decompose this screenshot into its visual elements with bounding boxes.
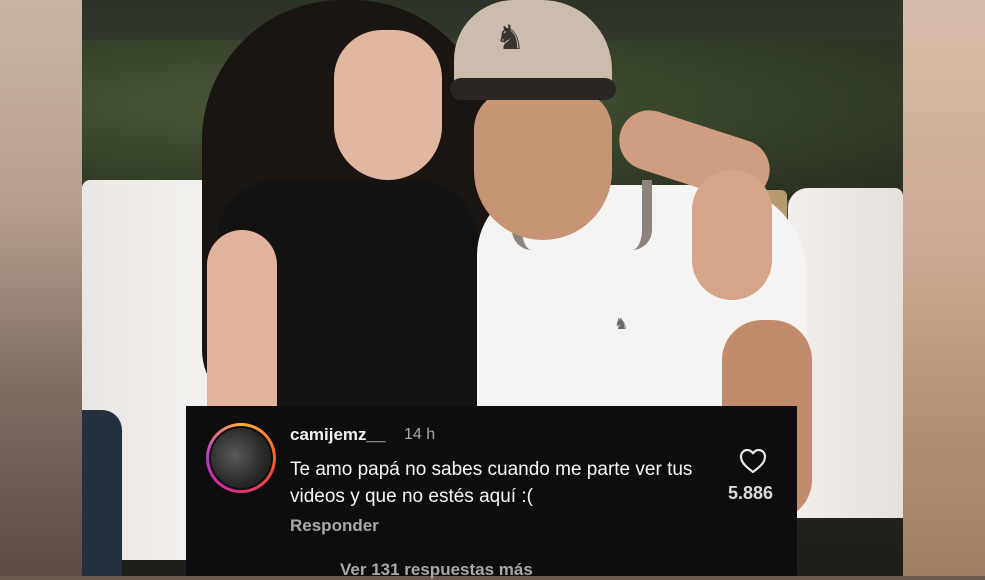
instagram-comment: camijemz__ 14 h Te amo papá no sabes cua…: [186, 406, 797, 579]
cap-horse-logo-icon: ♞: [494, 18, 526, 58]
woman-hand: [692, 170, 772, 300]
reply-button[interactable]: Responder: [290, 516, 379, 536]
avatar[interactable]: [211, 428, 271, 488]
comment-text: Te amo papá no sabes cuando me parte ver…: [290, 459, 693, 507]
cap-bill: [450, 78, 616, 100]
shirt-logo-icon: ♞: [614, 316, 629, 333]
blurred-background-left: [0, 0, 82, 576]
blurred-background-right: [903, 0, 985, 576]
view-more-replies-button[interactable]: Ver 131 respuestas más: [340, 560, 533, 580]
man-face: [474, 90, 612, 240]
comment-username[interactable]: camijemz__: [290, 425, 385, 445]
woman-face: [334, 30, 442, 180]
comment-timestamp: 14 h: [404, 426, 436, 443]
like-count: 5.886: [728, 483, 774, 503]
person-left-edge: [82, 410, 122, 576]
story-ring[interactable]: [206, 423, 276, 493]
heart-icon[interactable]: [739, 448, 767, 474]
